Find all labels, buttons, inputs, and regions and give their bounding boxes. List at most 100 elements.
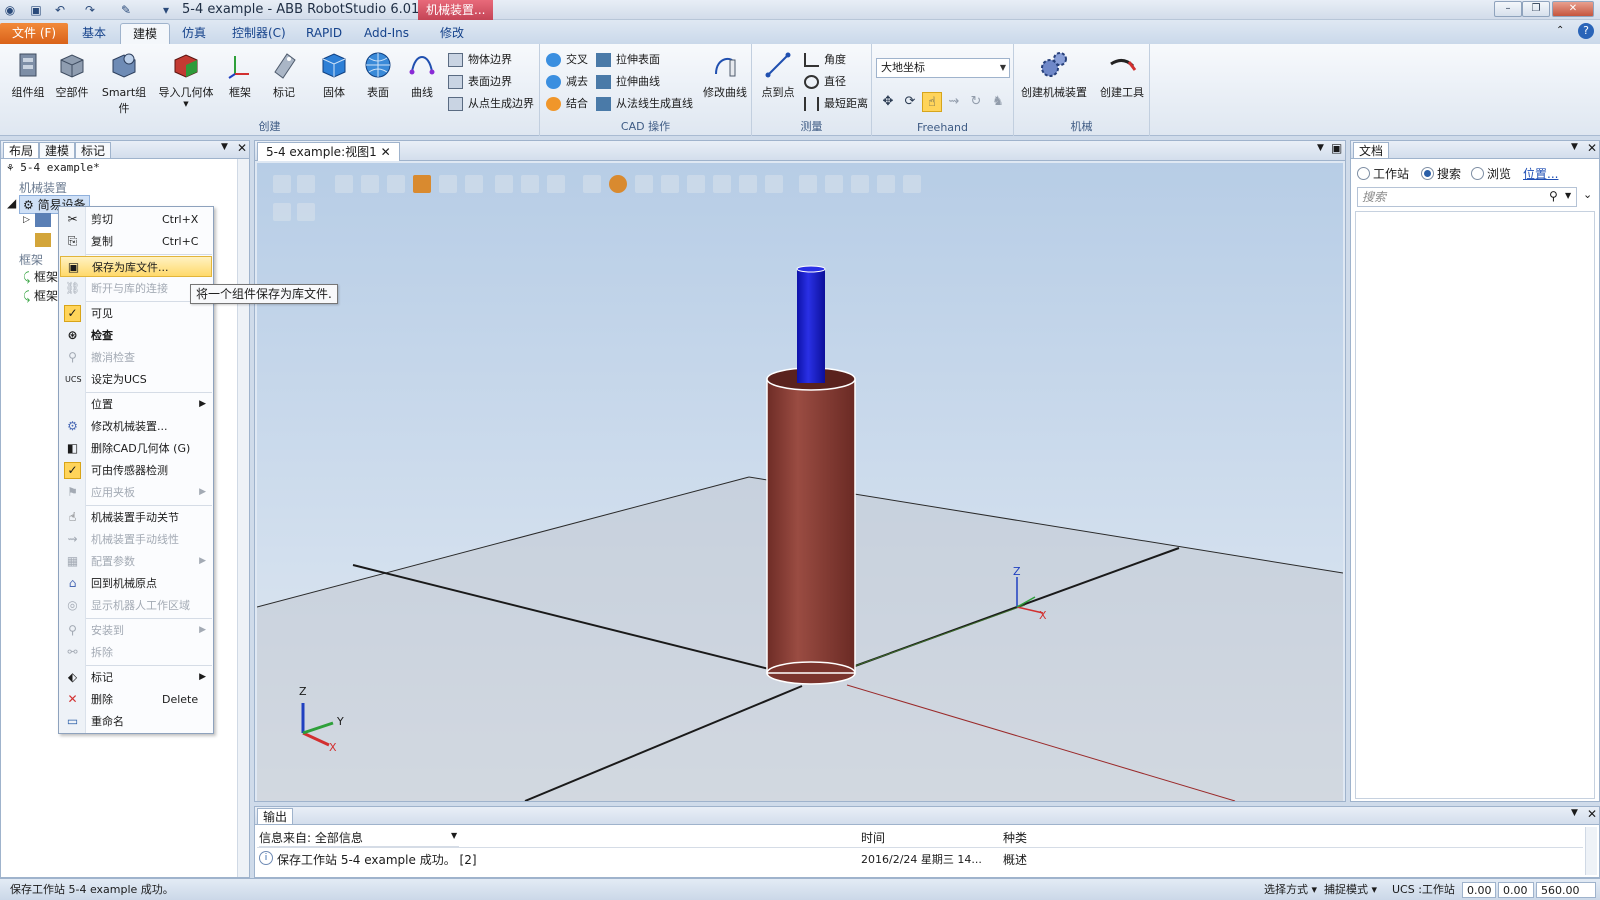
document-search-input[interactable]: 搜索 [1357,187,1577,207]
coord-x-field[interactable]: 0.00 [1462,882,1496,898]
close-button[interactable]: ✕ [1552,1,1594,17]
search-icon[interactable]: ⚲ [1549,189,1558,203]
coord-y-field[interactable]: 0.00 [1498,882,1534,898]
diameter-button[interactable]: 直径 [804,72,846,92]
menu-item-delete[interactable]: ✕ 删除 Delete [60,689,212,710]
output-scrollbar[interactable] [1585,827,1597,875]
jog-joint-tool-icon[interactable]: ☝ [922,92,942,112]
tab-simulation[interactable]: 仿真 [170,23,218,44]
tree-expander-collapsed-icon[interactable]: ▷ [23,215,30,225]
smart-component-button[interactable]: Smart组件 [98,50,150,116]
menu-item-modify-mechanism[interactable]: ⚙ 修改机械装置... [60,416,212,437]
location-link[interactable]: 位置... [1523,165,1558,182]
frame-button[interactable]: 框架 [218,50,262,100]
viewport-dropdown-icon[interactable]: ▼ [1317,143,1324,153]
layout-scrollbar[interactable] [237,159,249,877]
viewport-tab[interactable]: 5-4 example:视图1 ✕ [257,142,400,161]
menu-item-delete-cad[interactable]: ◧ 删除CAD几何体 (G) [60,438,212,459]
tab-close-icon[interactable]: ✕ [381,145,391,159]
snap-mode-dropdown[interactable]: 捕捉模式 ▾ [1324,882,1377,898]
tab-controller[interactable]: 控制器(C) [220,23,298,44]
document-results-list[interactable] [1355,211,1595,799]
menu-item-home-position[interactable]: ⌂ 回到机械原点 [60,573,212,594]
curve-button[interactable]: 曲线 [400,50,444,100]
radio-station[interactable]: 工作站 [1357,165,1409,182]
piston-rod[interactable] [797,269,825,383]
tag-button[interactable]: 标记 [262,50,306,100]
tree-frame-2[interactable]: ⤹ 框架 [23,287,58,304]
tab-modeling-panel[interactable]: 建模 [39,142,76,158]
multi-robot-jog-icon[interactable]: ♞ [988,92,1008,112]
cylinder-body[interactable] [767,379,855,673]
menu-item-save-as-library[interactable]: ▣ 保存为库文件... [60,256,212,277]
surface-button[interactable]: 表面 [356,50,400,100]
menu-item-rename[interactable]: ▭ 重命名 [60,711,212,732]
menu-item-apply-clamp[interactable]: ⚑ 应用夹板 ▶ [60,482,212,503]
rotate-tool-icon[interactable]: ⟳ [900,92,920,112]
tab-basic[interactable]: 基本 [70,23,118,44]
modify-curve-button[interactable]: 修改曲线 [702,50,748,100]
jog-linear-tool-icon[interactable]: ⇝ [944,92,964,112]
tab-tags[interactable]: 标记 [75,142,112,158]
menu-item-uninspect[interactable]: ⚲ 撤消检查 [60,347,212,368]
minimize-ribbon-icon[interactable]: ⌃ [1556,25,1564,36]
tab-addins[interactable]: Add-Ins [352,23,421,44]
links-folder-icon[interactable] [35,213,51,227]
create-tool-button[interactable]: 创建工具 [1096,50,1148,100]
tab-file[interactable]: 文件 (F) [0,23,69,44]
tab-layout[interactable]: 布局 [3,142,40,158]
point-to-point-button[interactable]: 点到点 [756,50,800,100]
create-mechanism-button[interactable]: 创建机械装置 [1018,50,1090,100]
expand-options-icon[interactable]: ⌄ [1583,188,1592,201]
app-logo-icon[interactable]: ◉ [2,2,18,18]
undo-icon[interactable]: ↶ [52,2,68,18]
menu-item-position[interactable]: 位置 ▶ [60,394,212,415]
menu-item-inspect[interactable]: ⊛ 检查 [60,325,212,346]
panel-close-icon[interactable]: ✕ [237,141,247,155]
line-from-normal-button[interactable]: 从法线生成直线 [596,94,693,114]
radio-search[interactable]: 搜索 [1421,165,1461,182]
pin-dropdown-icon[interactable]: ▼ [221,142,228,152]
component-group-button[interactable]: 组件组 [6,50,50,100]
menu-item-jog-linear[interactable]: ⇝ 机械装置手动线性 [60,529,212,550]
maximize-button[interactable]: ❐ [1522,1,1550,17]
menu-item-tag[interactable]: ⬖ 标记 ▶ [60,667,212,688]
save-icon[interactable]: ▣ [28,2,44,18]
move-tool-icon[interactable]: ✥ [878,92,898,112]
tree-frame-1[interactable]: ⤹ 框架 [23,268,58,285]
column-header-time[interactable]: 时间 [861,829,885,846]
subtract-button[interactable]: 减去 [546,72,588,92]
tab-modeling[interactable]: 建模 [120,23,171,44]
extrude-curve-button[interactable]: 拉伸曲线 [596,72,660,92]
menu-item-sensor-detectable[interactable]: ✓ 可由传感器检测 [60,460,212,481]
minimize-button[interactable]: – [1494,1,1522,17]
union-button[interactable]: 结合 [546,94,588,114]
search-dropdown-icon[interactable]: ▼ [1565,191,1571,200]
surface-edge-button[interactable]: 表面边界 [448,72,512,92]
menu-item-detach[interactable]: ⚯ 拆除 [60,642,212,663]
panel-close-icon[interactable]: ✕ [1587,141,1597,155]
shortest-distance-button[interactable]: 最短距离 [804,94,868,114]
jog-reorient-tool-icon[interactable]: ↻ [966,92,986,112]
menu-item-jog-joint[interactable]: ☝ 机械装置手动关节 [60,507,212,528]
coord-z-field[interactable]: 560.00 [1536,882,1596,898]
output-row-message[interactable]: 保存工作站 5-4 example 成功。 [2] [277,851,477,868]
menu-item-copy[interactable]: ⎘ 复制 Ctrl+C [60,231,212,252]
solid-button[interactable]: 固体 [312,50,356,100]
column-header-kind[interactable]: 种类 [1003,829,1027,846]
customize-icon[interactable]: ▾ [158,2,174,18]
angle-button[interactable]: 角度 [804,50,846,70]
tab-modify[interactable]: 修改 [428,23,476,44]
tree-station[interactable]: ⚘ 5-4 example* [7,161,100,174]
body-edge-button[interactable]: 物体边界 [448,50,512,70]
brush-icon[interactable]: ✎ [118,2,134,18]
panel-dropdown-icon[interactable]: ▼ [1571,808,1578,818]
output-filter-select[interactable]: 信息来自: 全部信息 ▼ [259,829,459,847]
joints-folder-icon[interactable] [35,233,51,247]
3d-view[interactable]: Z X Z Y X [257,163,1343,801]
empty-part-button[interactable]: 空部件 [50,50,94,100]
menu-item-set-ucs[interactable]: UCS 设定为UCS [60,369,212,390]
import-geometry-button[interactable]: 导入几何体 ▼ [156,50,216,108]
panel-dropdown-icon[interactable]: ▼ [1571,142,1578,152]
menu-item-cut[interactable]: ✂ 剪切 Ctrl+X [60,209,212,230]
